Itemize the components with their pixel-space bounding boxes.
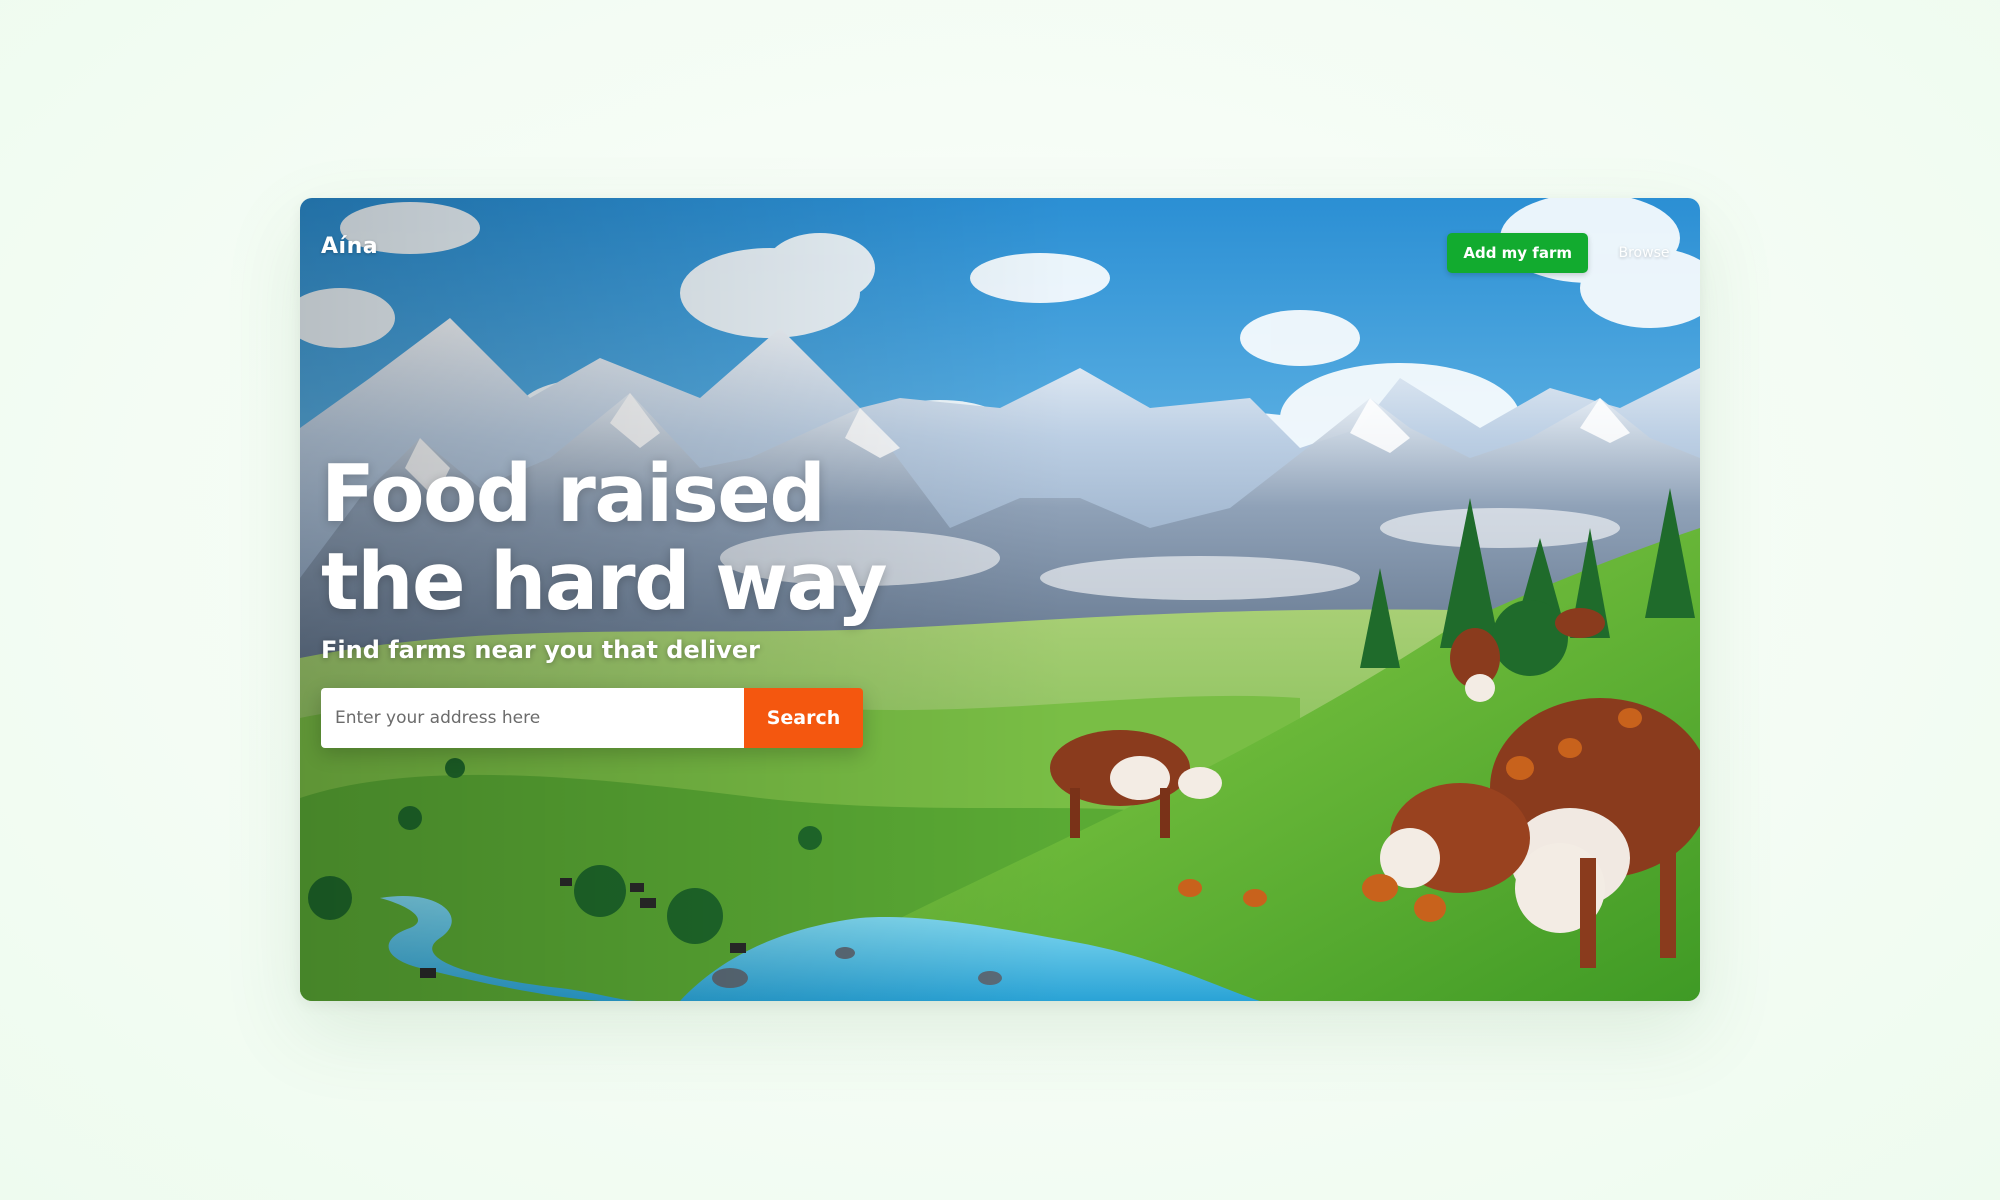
search-button[interactable]: Search	[744, 688, 863, 748]
add-my-farm-button[interactable]: Add my farm	[1447, 233, 1588, 273]
brand-logo: Aína	[321, 234, 379, 259]
hero-banner: Aína Add my farm Browse Food raised the …	[300, 198, 1700, 1001]
address-search-form: Search	[321, 688, 863, 748]
address-input[interactable]	[321, 688, 744, 748]
browse-link[interactable]: Browse	[1588, 245, 1700, 261]
headline-line-2: the hard way	[321, 536, 888, 628]
hero-subheadline: Find farms near you that deliver	[321, 636, 760, 664]
headline-line-1: Food raised	[321, 448, 826, 540]
hero-headline: Food raised the hard way	[321, 450, 941, 626]
top-nav: Add my farm Browse	[1447, 233, 1700, 273]
